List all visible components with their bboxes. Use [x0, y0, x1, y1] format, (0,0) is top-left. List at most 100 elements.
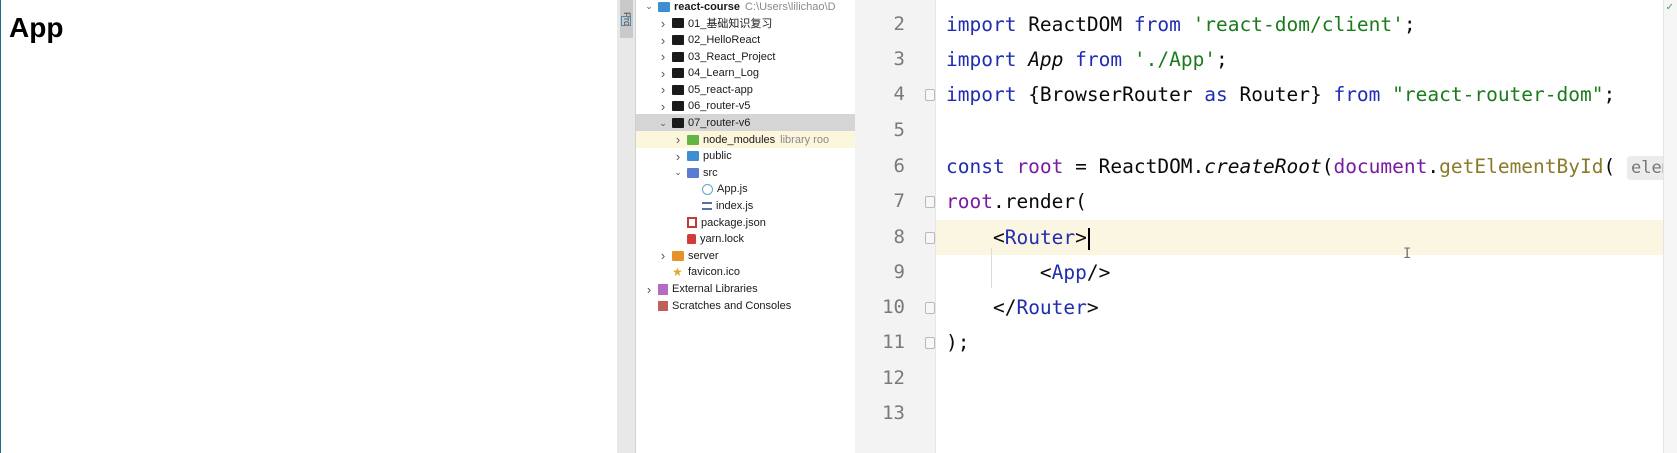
line-number: 6 [893, 155, 905, 177]
line-number: 12 [882, 367, 905, 389]
line-number: 3 [893, 48, 905, 70]
chevron-right-icon[interactable]: › [658, 248, 668, 263]
source-folder-icon [687, 167, 699, 178]
line-number: 4 [893, 83, 905, 105]
fold-marker-icon[interactable] [925, 302, 935, 314]
tree-item-scratches[interactable]: Scratches and Consoles [636, 297, 855, 315]
tree-item-label: src [703, 166, 718, 179]
tree-item-indexjs[interactable]: index.js [636, 197, 855, 215]
tree-item-01[interactable]: › 01_基础知识复习 [636, 15, 855, 33]
code-line-2[interactable]: import ReactDOM from 'react-dom/client'; [946, 7, 1416, 42]
tree-item-favicon[interactable]: ★ favicon.ico [636, 264, 855, 282]
code-line-3[interactable]: import App from './App'; [946, 42, 1228, 77]
tree-item-04[interactable]: › 04_Learn_Log [636, 64, 855, 82]
folder-icon [672, 101, 684, 112]
line-number: 10 [882, 296, 905, 318]
tree-item-server[interactable]: › server [636, 247, 855, 265]
fold-marker-icon[interactable] [925, 232, 935, 244]
tree-item-label: package.json [701, 216, 766, 229]
chevron-right-icon[interactable]: › [644, 282, 654, 297]
tree-item-07[interactable]: ⌄ 07_router-v6 [636, 114, 855, 132]
chevron-right-icon[interactable]: › [658, 16, 668, 31]
react-file-icon [702, 183, 713, 195]
chevron-right-icon[interactable]: › [658, 99, 668, 114]
tree-item-yarnlock[interactable]: yarn.lock [636, 230, 855, 248]
inspection-ok-icon: ✓ [1665, 2, 1674, 13]
tree-item-node_modules[interactable]: › node_modules library roo [636, 130, 855, 149]
chevron-right-icon[interactable]: › [658, 82, 668, 97]
editor-scrollbar[interactable]: ✓ [1663, 0, 1677, 453]
code-line-10[interactable]: </Router> [946, 290, 1099, 325]
fold-marker-icon[interactable] [925, 89, 935, 101]
tree-item-appjs[interactable]: App.js [636, 181, 855, 199]
line-number: 8 [893, 226, 905, 248]
tree-item-hint: library roo [780, 133, 830, 146]
tree-item-label: App.js [717, 183, 748, 196]
line-number: 11 [882, 331, 905, 353]
tree-item-label: favicon.ico [688, 266, 740, 279]
tree-item-packagejson[interactable]: package.json [636, 214, 855, 232]
tree-item-label: public [703, 150, 732, 163]
folder-icon [672, 51, 684, 62]
scratches-icon [658, 300, 668, 311]
code-line-6[interactable]: const root = ReactDOM.createRoot(documen… [946, 149, 1676, 184]
tree-item-03[interactable]: › 03_React_Project [636, 48, 855, 66]
chevron-right-icon[interactable]: › [673, 149, 683, 164]
code-editor[interactable]: import ReactDOM from 'react-dom/client';… [936, 0, 1677, 453]
code-line-9[interactable]: <App/> [946, 255, 1110, 290]
tree-item-extlib[interactable]: › External Libraries [636, 280, 855, 298]
tree-item-05[interactable]: › 05_react-app [636, 81, 855, 99]
chevron-right-icon[interactable]: › [658, 49, 668, 64]
library-folder-icon [687, 134, 699, 145]
tree-item-label: 05_react-app [688, 83, 753, 96]
chevron-down-icon[interactable]: ⌄ [644, 1, 654, 12]
tree-item-label: react-course [674, 0, 741, 13]
chevron-down-icon[interactable]: ⌄ [673, 167, 683, 178]
chevron-down-icon[interactable]: ⌄ [658, 118, 668, 128]
code-line-4[interactable]: import {BrowserRouter as Router} from "r… [946, 77, 1615, 112]
tree-item-label: 01_基础知识复习 [688, 18, 773, 31]
tree-item-label: Scratches and Consoles [672, 299, 792, 312]
folder-icon [672, 18, 684, 29]
tree-item-label: server [688, 249, 719, 262]
project-folder-icon [658, 1, 670, 12]
text-caret [1087, 227, 1090, 250]
tree-item-06[interactable]: › 06_router-v5 [636, 98, 855, 116]
line-number: 7 [893, 190, 905, 212]
tree-item-hint: C:\Users\lilichao\D [745, 0, 836, 13]
chevron-right-icon[interactable]: › [658, 33, 668, 48]
js-file-icon [702, 202, 712, 211]
npm-file-icon [687, 217, 697, 229]
chevron-right-icon[interactable]: › [673, 132, 683, 147]
code-line-8[interactable]: <Router> [946, 220, 1090, 255]
code-line-11[interactable]: ); [946, 325, 969, 360]
favicon-icon: ★ [672, 265, 683, 280]
tree-item-label: 06_router-v5 [688, 100, 751, 113]
fold-marker-icon[interactable] [925, 196, 935, 208]
line-number: 13 [882, 402, 905, 424]
chevron-right-icon[interactable]: › [658, 66, 668, 81]
fold-marker-icon[interactable] [925, 337, 935, 349]
tool-window-strip: Pro [617, 0, 636, 453]
public-folder-icon [687, 151, 699, 162]
browser-viewport: App [0, 0, 617, 453]
tree-item-public[interactable]: › public [636, 147, 855, 165]
app-heading: App [9, 12, 64, 43]
project-tool-icon[interactable] [621, 16, 631, 26]
tree-item-label: 03_React_Project [688, 50, 776, 63]
tree-item-react-course[interactable]: ⌄ react-course C:\Users\lilichao\D [636, 0, 855, 16]
folder-icon [672, 84, 684, 95]
code-line-7[interactable]: root.render( [946, 184, 1087, 219]
lock-file-icon [687, 234, 696, 245]
tree-item-02[interactable]: › 02_HelloReact [636, 31, 855, 49]
mouse-ibeam-cursor: I [1403, 246, 1412, 262]
line-number: 9 [893, 261, 905, 283]
tree-item-src[interactable]: ⌄ src [636, 164, 855, 182]
project-tree: ⌄ react-course C:\Users\lilichao\D › 01_基础知识… [636, 0, 856, 453]
folder-icon [672, 118, 684, 129]
tree-item-label: External Libraries [672, 283, 758, 296]
